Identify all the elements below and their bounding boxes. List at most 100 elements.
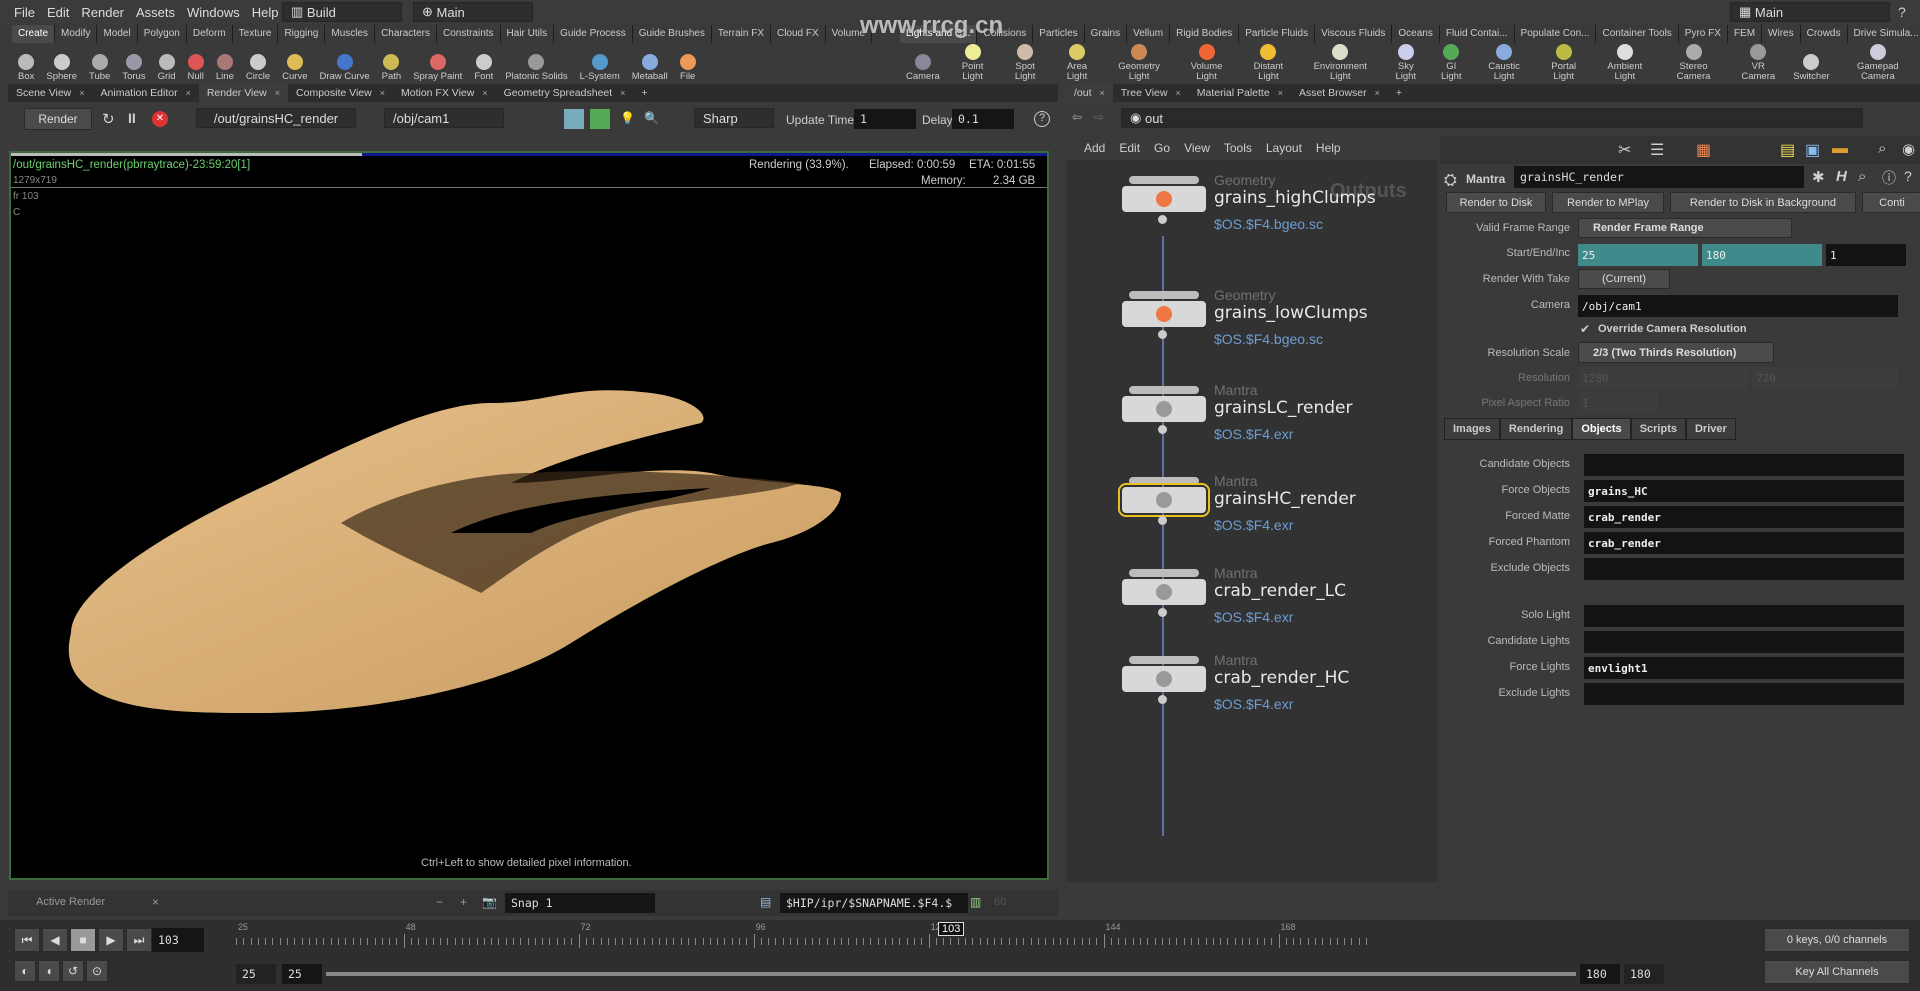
timeline-ruler[interactable]: 25487296120144168 — [236, 922, 1576, 948]
param-tab-images[interactable]: Images — [1444, 418, 1500, 440]
shelf-tab[interactable]: Particle Fluids — [1239, 25, 1316, 43]
node-grains_lowClumps[interactable] — [1122, 301, 1206, 327]
node-flag-bar[interactable] — [1129, 569, 1199, 577]
pane-tab[interactable]: Geometry Spreadsheet × — [496, 84, 634, 102]
close-icon[interactable]: × — [152, 895, 159, 909]
net-menu-edit[interactable]: Edit — [1119, 141, 1140, 155]
node-flag-bar[interactable] — [1129, 477, 1199, 485]
shelf-tab[interactable]: Oceans — [1392, 25, 1440, 43]
skip-end-icon[interactable]: ⏭ — [126, 928, 152, 952]
eye-icon[interactable]: ◉ — [1902, 140, 1915, 158]
net-menu-tools[interactable]: Tools — [1224, 141, 1252, 155]
param-button-render-to-disk-in-background[interactable]: Render to Disk in Background — [1670, 192, 1856, 213]
end-frame-input[interactable]: 180 — [1702, 244, 1822, 266]
close-icon[interactable]: × — [380, 88, 385, 98]
close-icon[interactable]: × — [482, 88, 487, 98]
menu-render[interactable]: Render — [81, 5, 124, 20]
pane-tab[interactable]: Material Palette × — [1189, 84, 1291, 102]
shelf-tool-box[interactable]: Box — [12, 44, 40, 82]
stop-icon[interactable]: ✕ — [152, 111, 168, 127]
shelf-tool-tube[interactable]: Tube — [83, 44, 116, 82]
houdini-help-icon[interactable]: H — [1836, 168, 1847, 185]
shelf-tab[interactable]: Guide Brushes — [632, 25, 712, 43]
shelf-tool-spray-paint[interactable]: Spray Paint — [407, 44, 468, 82]
shelf-tool-spot-light[interactable]: Spot Light — [999, 44, 1051, 82]
shelf-tab[interactable]: FEM — [1727, 25, 1763, 43]
menu-help[interactable]: Help — [252, 5, 279, 20]
key-all-channels-dropdown[interactable]: Key All Channels — [1764, 960, 1910, 984]
node-crab_render_HC[interactable] — [1122, 666, 1206, 692]
shelf-tool-environment-light[interactable]: Environment Light — [1299, 44, 1382, 82]
update-time-input[interactable]: 1 — [854, 109, 916, 129]
param-button-render-to-mplay[interactable]: Render to MPlay — [1552, 192, 1664, 213]
shelf-tab[interactable]: Guide Process — [554, 25, 633, 43]
shelf-tool-distant-light[interactable]: Distant Light — [1238, 44, 1299, 82]
shelf-tab[interactable]: Constraints — [436, 25, 501, 43]
forward-icon[interactable]: ⇨ — [1094, 110, 1104, 124]
shelf-tool-platonic-solids[interactable]: Platonic Solids — [499, 44, 573, 82]
range-slider[interactable] — [326, 972, 1576, 976]
network-path[interactable]: ◉ out — [1121, 108, 1863, 128]
delay-input[interactable]: 0.1 — [952, 109, 1014, 129]
param-input[interactable] — [1584, 454, 1904, 476]
start-frame-input[interactable]: 25 — [1578, 244, 1698, 266]
color-correct-icon[interactable] — [590, 109, 610, 129]
shelf-tab[interactable]: Drive Simula... — [1847, 25, 1920, 43]
main-dropdown-left[interactable]: ⊕ Main — [413, 2, 533, 22]
sticky-note-icon[interactable]: ▤ — [1780, 140, 1795, 160]
shelf-tool-caustic-light[interactable]: Caustic Light — [1473, 44, 1536, 82]
pane-tab[interactable]: Animation Editor × — [93, 84, 199, 102]
camera-dropdown[interactable]: /obj/cam1 — [384, 108, 504, 128]
pane-tab[interactable]: Composite View × — [288, 84, 393, 102]
override-checkbox[interactable]: ✔ — [1580, 322, 1590, 336]
shelf-tab[interactable]: Rigid Bodies — [1170, 25, 1240, 43]
shelf-tool-sky-light[interactable]: Sky Light — [1382, 44, 1430, 82]
box-icon[interactable]: ▬ — [1832, 140, 1848, 158]
shelf-tool-gamepad-camera[interactable]: Gamepad Camera — [1836, 44, 1920, 82]
shelf-tool-circle[interactable]: Circle — [240, 44, 276, 82]
shelf-tool-vr-camera[interactable]: VR Camera — [1729, 44, 1787, 82]
pause-icon[interactable]: II — [128, 110, 136, 126]
menu-edit[interactable]: Edit — [47, 5, 69, 20]
shelf-tab[interactable]: Rigging — [278, 25, 326, 43]
resolution-scale-dropdown[interactable]: 2/3 (Two Thirds Resolution) — [1578, 342, 1774, 363]
menu-file[interactable]: File — [14, 5, 35, 20]
shelf-tab[interactable]: Texture — [232, 25, 279, 43]
param-input[interactable]: crab_render — [1584, 506, 1904, 528]
param-tab-objects[interactable]: Objects — [1572, 418, 1631, 440]
keys-channels-dropdown[interactable]: 0 keys, 0/0 channels — [1764, 928, 1910, 952]
node-crab_render_LC[interactable] — [1122, 579, 1206, 605]
camera-icon[interactable]: 📷 — [482, 895, 497, 909]
pane-tab[interactable]: Motion FX View × — [393, 84, 496, 102]
close-icon[interactable]: × — [79, 88, 84, 98]
active-render-dropdown[interactable]: Active Render — [36, 896, 105, 908]
current-frame-input[interactable]: 103 — [152, 928, 204, 952]
gear-icon[interactable]: ✱ — [1812, 168, 1825, 186]
shelf-tool-gi-light[interactable]: GI Light — [1430, 44, 1473, 82]
shelf-tab[interactable]: Deform — [186, 25, 233, 43]
take-dropdown[interactable]: (Current) — [1578, 269, 1670, 289]
info-icon[interactable]: ⓘ — [1882, 168, 1896, 188]
tools-icon[interactable]: ✂ — [1618, 140, 1631, 160]
net-menu-help[interactable]: Help — [1316, 141, 1341, 155]
playback-start-input[interactable]: 25 — [282, 964, 322, 984]
menu-windows[interactable]: Windows — [187, 5, 240, 20]
realtime-icon[interactable]: ⊙ — [86, 960, 108, 982]
shelf-tab[interactable]: Muscles — [325, 25, 376, 43]
node-flag-bar[interactable] — [1129, 656, 1199, 664]
param-input[interactable] — [1584, 558, 1904, 580]
close-icon[interactable]: × — [1175, 88, 1180, 98]
close-icon[interactable]: × — [1375, 88, 1380, 98]
shelf-tool-grid[interactable]: Grid — [152, 44, 182, 82]
help-icon[interactable]: ? — [1898, 4, 1906, 20]
pane-tab[interactable]: Tree View × — [1113, 84, 1189, 102]
shelf-tool-stereo-camera[interactable]: Stereo Camera — [1658, 44, 1730, 82]
help-icon[interactable]: ? — [1904, 168, 1912, 184]
add-tab-icon[interactable]: + — [633, 84, 655, 102]
shelf-tool-ambient-light[interactable]: Ambient Light — [1592, 44, 1658, 82]
plus-icon[interactable]: + — [460, 895, 467, 909]
shelf-tool-portal-light[interactable]: Portal Light — [1535, 44, 1591, 82]
refresh-icon[interactable]: ↻ — [102, 110, 115, 128]
pane-tab[interactable]: Render View × — [198, 84, 289, 102]
shelf-tab[interactable]: Container Tools — [1596, 25, 1679, 43]
